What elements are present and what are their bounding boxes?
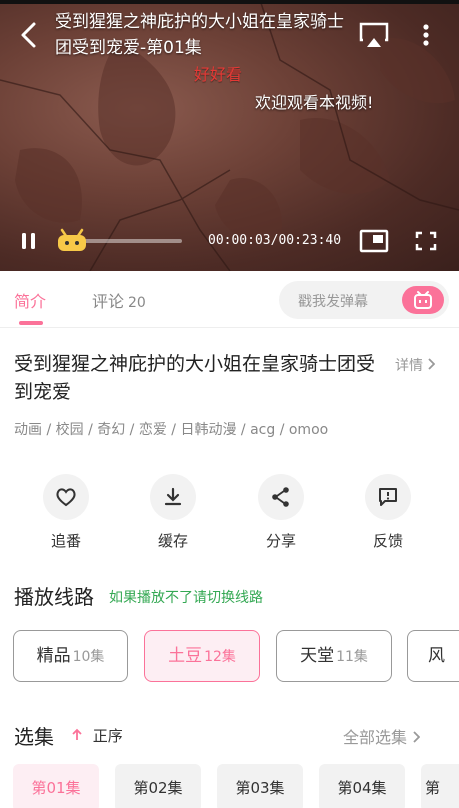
route-name: 精品 [36, 646, 71, 666]
share-icon [258, 474, 304, 520]
video-player[interactable]: 受到猩猩之神庇护的大小姐在皇家骑士团受到宠爱-第01集 好好看 欢迎观看本视频!… [0, 0, 459, 271]
route-name: 风 [428, 646, 445, 666]
route-item[interactable]: 土豆 12集 [144, 630, 260, 682]
sort-order-label: 正序 [92, 727, 123, 745]
episode-item[interactable]: 第04集 [319, 764, 405, 808]
follow-label: 追番 [50, 532, 81, 550]
pause-button[interactable] [18, 230, 40, 252]
episode-item[interactable]: 第02集 [115, 764, 201, 808]
episode-item[interactable]: 第 [421, 764, 459, 808]
sort-arrow-up-icon [72, 727, 87, 745]
danmaku-input[interactable]: 戳我发弹幕 [279, 281, 449, 319]
share-label: 分享 [265, 532, 296, 550]
route-item[interactable]: 天堂 11集 [276, 630, 392, 682]
details-label: 详情 [395, 358, 423, 374]
danmaku-send-button[interactable] [402, 286, 444, 314]
tab-intro[interactable]: 简介 [14, 288, 46, 312]
episode-item[interactable]: 第01集 [13, 764, 99, 808]
feedback-label: 反馈 [372, 532, 403, 550]
route-item[interactable]: 风 [407, 630, 459, 682]
more-button[interactable] [418, 20, 434, 50]
all-episodes-label: 全部选集 [343, 728, 408, 747]
back-button[interactable] [16, 20, 44, 50]
back-arrow-icon [21, 22, 36, 48]
picture-in-picture-icon [359, 229, 389, 253]
route-count: 12集 [204, 649, 236, 665]
danmaku-comment: 好好看 [194, 65, 243, 84]
playback-time: 00:00:03/00:23:40 [208, 233, 342, 248]
fullscreen-icon [415, 231, 437, 251]
sort-order-toggle[interactable]: 正序 [72, 725, 123, 746]
tab-comments[interactable]: 评论 20 [92, 288, 146, 312]
route-name: 天堂 [300, 646, 335, 666]
details-link[interactable]: 详情 [395, 355, 436, 375]
feedback-button[interactable]: 反馈 [348, 474, 428, 551]
follow-button[interactable]: 追番 [26, 474, 106, 551]
route-name: 土豆 [168, 646, 203, 666]
download-icon [150, 474, 196, 520]
tv-mascot-icon [58, 228, 86, 251]
danmaku-placeholder: 戳我发弹幕 [298, 294, 368, 310]
more-vertical-icon [423, 24, 429, 46]
routes-hint: 如果播放不了请切换线路 [109, 590, 263, 606]
route-count: 11集 [336, 649, 368, 665]
tab-comments-label: 评论 [92, 292, 125, 311]
heart-icon [43, 474, 89, 520]
tab-active-indicator [19, 321, 43, 325]
feedback-icon [365, 474, 411, 520]
download-button[interactable]: 缓存 [133, 474, 213, 551]
episodes-heading: 选集 [14, 725, 54, 749]
route-count: 10集 [72, 649, 105, 665]
route-item[interactable]: 精品 10集 [13, 630, 128, 682]
danmaku-comment: 欢迎观看本视频! [255, 93, 374, 112]
episode-item[interactable]: 第03集 [217, 764, 303, 808]
chevron-right-icon [412, 728, 421, 747]
danmaku-icon [414, 291, 432, 309]
share-button[interactable]: 分享 [241, 474, 321, 551]
routes-heading: 播放线路 [14, 585, 94, 609]
video-title: 受到猩猩之神庇护的大小姐在皇家骑士团受到宠爱-第01集 [55, 12, 344, 58]
video-tags: 动画 / 校园 / 奇幻 / 恋爱 / 日韩动漫 / acg / omoo [14, 422, 329, 438]
comments-count: 20 [128, 295, 146, 311]
detail-tabs: 简介 评论 20 戳我发弹幕 [0, 271, 459, 328]
all-episodes-link[interactable]: 全部选集 [343, 724, 421, 748]
progress-bar[interactable] [72, 239, 182, 243]
action-bar: 追番 缓存 分享 反馈 [0, 474, 459, 554]
chevron-right-icon [427, 358, 436, 374]
pause-icon [22, 233, 35, 249]
cast-icon [359, 22, 389, 47]
cast-button[interactable] [359, 21, 389, 49]
download-label: 缓存 [157, 532, 188, 550]
status-strip [0, 0, 459, 4]
progress-thumb[interactable] [56, 228, 88, 252]
pip-button[interactable] [359, 229, 389, 253]
fullscreen-button[interactable] [414, 230, 438, 252]
video-series-title: 受到猩猩之神庇护的大小姐在皇家骑士团受到宠爱 [14, 353, 376, 403]
